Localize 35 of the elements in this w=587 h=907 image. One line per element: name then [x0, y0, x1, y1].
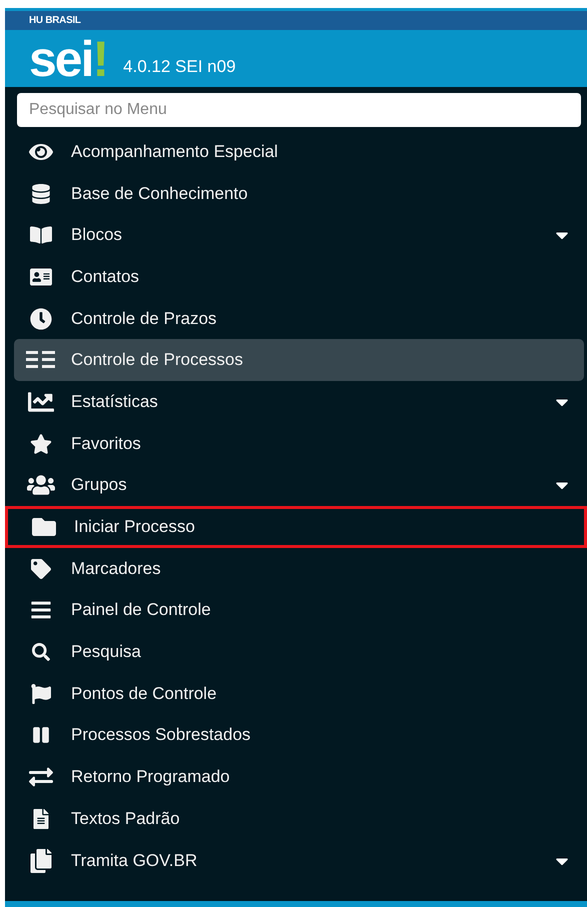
search-field[interactable]: Pesquisar no Menu [17, 93, 581, 127]
star-icon [30, 432, 52, 455]
menu-item[interactable]: Marcadores [14, 548, 584, 590]
arrows-icon [29, 765, 53, 790]
menu-item[interactable]: Grupos [14, 464, 584, 506]
menu-item[interactable]: Pontos de Controle [14, 672, 584, 715]
menu-item[interactable]: Contatos [14, 256, 584, 298]
document-icon [31, 808, 51, 829]
pause-icon [32, 726, 50, 744]
organization-name: HU BRASIL [29, 15, 81, 26]
menu-item[interactable]: Controle de Processos [14, 339, 584, 382]
book-icon [30, 224, 52, 246]
clock-icon [30, 308, 52, 330]
menu-item[interactable]: Blocos [14, 214, 584, 256]
tag-icon [31, 558, 51, 579]
search-icon [32, 643, 50, 662]
flag-icon [31, 684, 51, 704]
menu-item[interactable]: Retorno Programado [14, 756, 584, 798]
menu-item[interactable]: Estatísticas [14, 381, 584, 423]
menu-item[interactable]: Iniciar Processo [5, 506, 587, 548]
folders-icon [29, 848, 53, 873]
menu-item[interactable]: Controle de Prazos [14, 298, 584, 340]
menu-item[interactable]: Painel de Controle [14, 590, 584, 632]
menu-item[interactable]: Processos Sobrestados [14, 714, 584, 756]
menu-item[interactable]: Base de Conhecimento [14, 172, 584, 214]
contact-card-icon [30, 266, 52, 288]
version-text: 4.0.12 SEI n09 [123, 57, 236, 77]
list-icon [25, 350, 57, 370]
database-icon [31, 184, 51, 204]
menu-item[interactable]: Tramita GOV.BR [14, 840, 584, 882]
menu-icon [30, 599, 52, 622]
menu-item[interactable]: Favoritos [14, 422, 584, 464]
menu-item[interactable]: Pesquisa [14, 631, 584, 673]
menu-item[interactable]: Acompanhamento Especial [14, 131, 584, 173]
menu-item[interactable]: Textos Padrão [14, 798, 584, 840]
